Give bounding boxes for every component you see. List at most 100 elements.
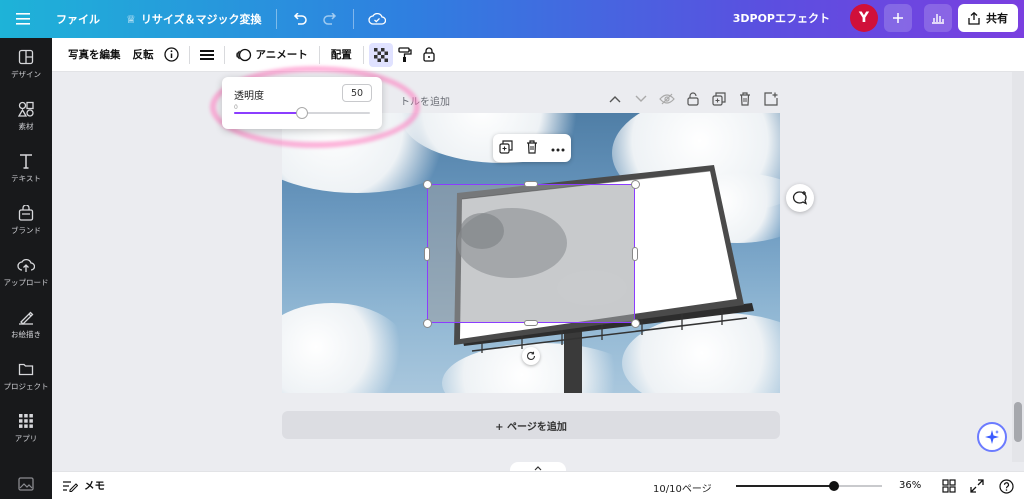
file-menu-button[interactable]: ファイル [50,11,106,27]
paint-roller-icon[interactable] [393,43,417,67]
vertical-scroll-thumb[interactable] [1014,402,1022,442]
sidebar-item-design[interactable]: デザイン [0,38,52,90]
zoom-slider[interactable] [736,481,882,491]
magic-assistant-button[interactable] [977,422,1007,452]
selection-box[interactable] [427,184,635,323]
brand-icon [18,204,34,221]
transparency-value-input[interactable]: 50 [342,84,372,102]
sidebar-item-apps[interactable]: アプリ [0,402,52,454]
sidebar-item-upload[interactable]: アップロード [0,246,52,298]
divider [223,45,225,64]
grid-view-icon[interactable] [940,477,958,495]
project-title[interactable]: 3DPOPエフェクト [727,10,836,26]
chevron-down-icon[interactable] [632,90,650,108]
resize-handle-top-right[interactable] [631,180,640,189]
hamburger-icon[interactable] [8,4,38,34]
page-count[interactable]: 10/10ページ [653,480,712,495]
chevron-up-icon [534,465,542,470]
shapes-icon [18,101,34,117]
rotate-handle[interactable] [522,347,540,365]
zoom-slider-thumb[interactable] [828,481,839,491]
insights-button[interactable] [924,4,952,32]
topbar-right: 3DPOPエフェクト Y 共有 [727,4,1018,32]
undo-icon[interactable] [285,4,315,34]
resize-handle-bottom-left[interactable] [423,319,432,328]
share-icon [968,11,980,25]
sidebar-item-elements[interactable]: 素材 [0,90,52,142]
left-sidebar: デザイン 素材 テキスト ブランド アップロード お絵描き プロジェクト アプリ [0,38,52,499]
edit-photo-button[interactable]: 写真を編集 [62,42,127,68]
delete-page-icon[interactable] [736,90,754,108]
sidebar-item-draw[interactable]: お絵描き [0,298,52,350]
resize-magic-button[interactable]: ♕ リサイズ＆マジック変換 [120,11,268,27]
resize-handle-top[interactable] [524,181,538,187]
animate-button[interactable]: アニメート [230,42,314,68]
flip-button[interactable]: 反転 [127,42,160,68]
add-page-button[interactable]: + ページを追加 [282,411,780,439]
resize-handle-bottom-right[interactable] [631,319,640,328]
transparency-slider-thumb[interactable] [296,107,308,119]
share-button[interactable]: 共有 [958,4,1018,32]
fullscreen-icon[interactable] [968,477,986,495]
animate-icon [235,48,251,61]
cloud-save-icon[interactable] [362,4,392,34]
crown-icon: ♕ [126,12,136,26]
plus-icon [893,13,903,23]
vertical-scrollbar[interactable] [1012,72,1024,462]
transparency-label: 透明度 [234,91,264,102]
transparency-icon[interactable] [368,42,393,67]
sidebar-item-projects[interactable]: プロジェクト [0,350,52,402]
draw-icon [19,311,34,325]
add-page-icon[interactable] [762,90,780,108]
divider [352,9,354,29]
avatar[interactable]: Y [850,4,878,32]
zoom-slider-fill [736,485,834,487]
folder-icon [18,363,34,375]
resize-handle-bottom[interactable] [524,320,538,326]
sidebar-item-brand[interactable]: ブランド [0,194,52,246]
top-bar: ファイル ♕ リサイズ＆マジック変換 3DPOPエフェクト Y 共有 [0,0,1024,38]
comment-add-icon [792,191,808,205]
transparency-slider-fill [234,112,302,114]
notes-button[interactable]: メモ [62,478,105,493]
trash-icon[interactable] [526,139,538,157]
image-icon [18,477,34,491]
info-icon[interactable] [160,43,184,67]
page-actions [606,90,780,108]
sidebar-item-text[interactable]: テキスト [0,142,52,194]
resize-handle-left[interactable] [424,247,430,261]
transparency-popover: 透明度 50 0 [222,77,382,129]
divider [362,45,364,64]
context-toolbar: 写真を編集 反転 アニメート 配置 [52,38,1024,72]
bar-chart-icon [932,14,944,24]
layout-icon [18,49,34,64]
upload-icon [17,258,35,272]
resize-handle-right[interactable] [632,247,638,261]
help-icon[interactable] [997,477,1015,495]
duplicate-page-icon[interactable] [710,90,728,108]
transparency-slider[interactable] [234,107,370,119]
notes-icon [63,480,78,492]
bottom-bar: メモ 10/10ページ 36% [52,471,1024,499]
sparkle-icon [985,430,999,444]
unlock-icon[interactable] [684,90,702,108]
text-icon [20,153,32,169]
add-member-button[interactable] [884,4,912,32]
apps-icon [19,413,33,428]
border-style-icon[interactable] [195,43,219,67]
lock-icon[interactable] [417,43,441,67]
duplicate-icon[interactable] [499,139,513,157]
element-floating-toolbar [493,134,571,162]
comment-button[interactable] [786,184,814,212]
more-options-icon[interactable] [551,142,565,155]
transparency-min-label: 0 [234,104,238,111]
divider [318,45,320,64]
hide-icon[interactable] [658,90,676,108]
resize-handle-top-left[interactable] [423,180,432,189]
zoom-value[interactable]: 36% [899,480,921,491]
position-button[interactable]: 配置 [325,42,358,68]
chevron-up-icon[interactable] [606,90,624,108]
sidebar-item-photos[interactable] [0,464,52,499]
redo-icon[interactable] [315,4,345,34]
divider [275,9,277,29]
